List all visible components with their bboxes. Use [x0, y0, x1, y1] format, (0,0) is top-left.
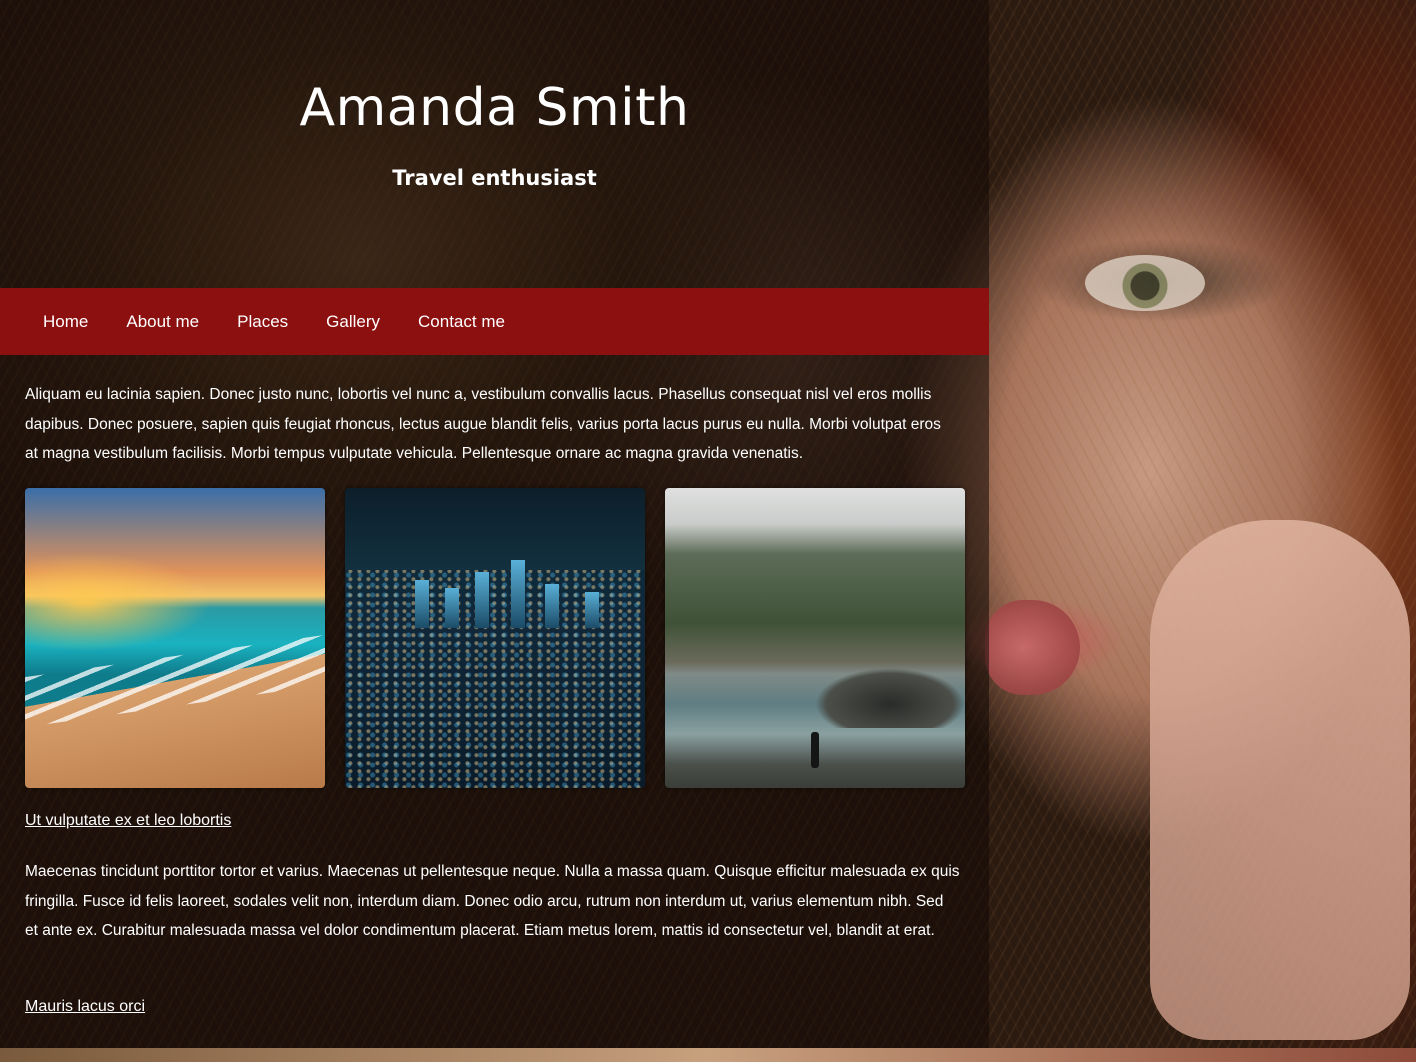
city-sky [345, 488, 645, 570]
site-title: Amanda Smith [299, 78, 690, 138]
city-tower [445, 588, 459, 628]
city-tower [585, 592, 599, 628]
city-tower [545, 584, 559, 628]
link-mauris-lacus[interactable]: Mauris lacus orci [25, 998, 145, 1016]
river-photo[interactable] [665, 488, 965, 788]
background-lips [985, 600, 1080, 695]
city-tower [415, 580, 429, 628]
city-photo[interactable] [345, 488, 645, 788]
main-nav: Home About me Places Gallery Contact me [0, 288, 989, 355]
nav-item-home[interactable]: Home [24, 288, 107, 355]
nav-item-contact-me[interactable]: Contact me [399, 288, 524, 355]
second-paragraph: Maecenas tincidunt porttitor tortor et v… [25, 863, 960, 939]
river-person [811, 732, 819, 768]
city-tower [475, 572, 489, 628]
photo-gallery [25, 488, 965, 788]
nav-item-about-me[interactable]: About me [107, 288, 218, 355]
background-hand [1150, 520, 1410, 1040]
nav-item-gallery[interactable]: Gallery [307, 288, 399, 355]
beach-wave [25, 634, 325, 728]
page: Amanda Smith Travel enthusiast Home Abou… [0, 0, 1416, 1062]
site-subtitle: Travel enthusiast [392, 166, 597, 190]
link-ut-vulputate[interactable]: Ut vulputate ex et leo lobortis [25, 812, 231, 830]
city-tower [511, 560, 525, 628]
river-rocks [815, 668, 965, 728]
beach-photo[interactable] [25, 488, 325, 788]
intro-paragraph: Aliquam eu lacinia sapien. Donec justo n… [25, 386, 941, 462]
nav-item-places[interactable]: Places [218, 288, 307, 355]
background-eye [1085, 255, 1205, 311]
bottom-strip [0, 1048, 1416, 1062]
